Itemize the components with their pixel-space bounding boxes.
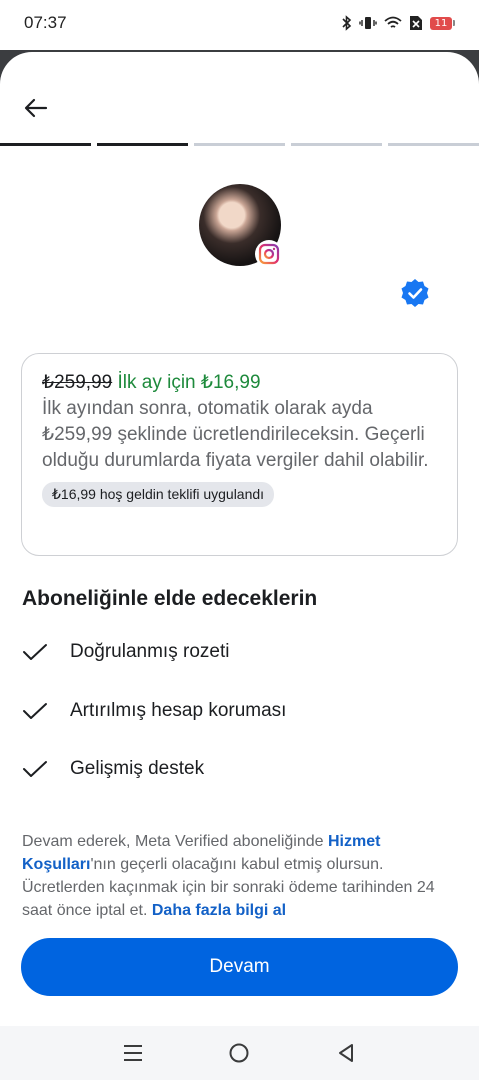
triangle-back-icon	[338, 1044, 353, 1062]
system-nav-bar	[0, 1026, 479, 1080]
progress-step-3	[194, 143, 285, 146]
back-nav-button[interactable]	[331, 1038, 361, 1068]
benefit-label: Artırılmış hesap koruması	[70, 700, 287, 721]
home-nav-button[interactable]	[224, 1038, 254, 1068]
status-icons: 11	[342, 15, 455, 31]
verified-badge-icon	[401, 279, 429, 307]
profile-avatar-wrap	[199, 184, 283, 268]
battery-level: 11	[430, 16, 452, 30]
welcome-offer-badge: ₺16,99 hoş geldin teklifi uygulandı	[42, 482, 275, 507]
progress-step-1	[0, 143, 91, 146]
menu-icon	[124, 1045, 143, 1061]
bluetooth-icon	[342, 15, 352, 31]
home-circle-icon	[229, 1043, 249, 1063]
price-line: ₺259,99 İlk ay için ₺16,99	[42, 370, 437, 396]
checkmark-icon	[22, 642, 52, 662]
checkmark-icon	[22, 701, 52, 721]
offer-card: ₺259,99 İlk ay için ₺16,99 İlk ayından s…	[21, 353, 458, 556]
benefit-label: Gelişmiş destek	[70, 758, 205, 779]
benefit-item: Doğrulanmış rozeti	[22, 637, 462, 667]
arrow-left-icon	[24, 98, 48, 118]
subscription-sheet: ₺259,99 İlk ay için ₺16,99 İlk ayından s…	[0, 52, 479, 1080]
step-progress	[0, 143, 479, 146]
vibrate-icon	[359, 17, 377, 29]
checkmark-icon	[22, 759, 52, 779]
progress-step-5	[388, 143, 479, 146]
old-price: ₺259,99	[42, 372, 113, 393]
benefit-item: Gelişmiş destek	[22, 754, 462, 784]
menu-nav-button[interactable]	[118, 1038, 148, 1068]
continue-button[interactable]: Devam	[21, 938, 458, 996]
offer-description: İlk ayından sonra, otomatik olarak ayda …	[42, 398, 429, 471]
benefits-title: Aboneliğinle elde edeceklerin	[22, 587, 318, 610]
progress-step-2	[97, 143, 188, 146]
progress-step-4	[291, 143, 382, 146]
wifi-icon	[384, 16, 402, 28]
status-time: 07:37	[24, 13, 67, 32]
benefit-item: Artırılmış hesap koruması	[22, 696, 462, 726]
new-price: İlk ay için ₺16,99	[117, 372, 261, 393]
legal-text-part-1: Devam ederek, Meta Verified aboneliğinde	[22, 833, 328, 850]
legal-text: Devam ederek, Meta Verified aboneliğinde…	[22, 830, 462, 922]
instagram-icon	[255, 240, 283, 268]
benefit-label: Doğrulanmış rozeti	[70, 641, 230, 662]
no-sim-icon	[410, 16, 422, 30]
status-bar: 07:37 11	[0, 0, 479, 50]
learn-more-link[interactable]: Daha fazla bilgi al	[152, 902, 286, 919]
battery-icon: 11	[430, 16, 455, 30]
back-button[interactable]	[20, 92, 52, 124]
